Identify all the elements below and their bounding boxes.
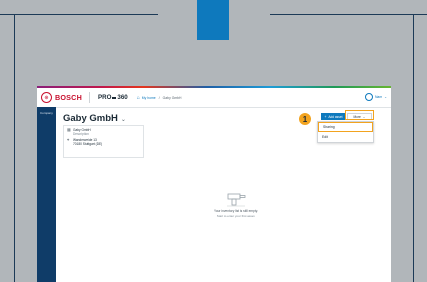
building-icon: ▦: [67, 127, 71, 132]
bosch-symbol-icon: ⊕: [41, 92, 52, 103]
product-name-box: [112, 97, 117, 99]
more-dropdown-menu: Sharing Edit: [317, 121, 374, 143]
chevron-down-icon: ⌄: [384, 95, 387, 99]
empty-state-title: Your inventory list is still empty.: [214, 209, 258, 213]
breadcrumb-current: Gaby GmbH: [162, 95, 182, 100]
drill-icon: [227, 193, 246, 207]
add-asset-button[interactable]: + Add asset: [321, 113, 346, 120]
breadcrumb-separator: /: [158, 95, 160, 100]
user-name: Nam: [374, 95, 383, 99]
company-description: Description: [73, 132, 89, 136]
header-divider: [88, 92, 90, 103]
sidebar-item-company[interactable]: Company: [37, 107, 56, 119]
page-title-text: Gaby GmbH: [63, 113, 118, 124]
home-icon[interactable]: ⌂: [137, 95, 140, 101]
add-asset-label: Add asset: [328, 114, 343, 119]
address-line-2: 70180 Stuttgart (DE): [73, 142, 103, 146]
menu-item-sharing[interactable]: Sharing: [318, 122, 373, 132]
product-name-right: 360: [117, 94, 128, 101]
product-logo[interactable]: PRO 360: [98, 94, 128, 101]
company-name-row: ▦ Gaby GmbH Description: [64, 126, 143, 137]
page-title[interactable]: Gaby GmbH ⌄: [63, 113, 126, 124]
sidebar: Company: [37, 107, 56, 282]
breadcrumb-home[interactable]: My home: [142, 96, 156, 100]
empty-state-subtitle: Start to enter your first asset.: [216, 214, 256, 218]
frame-line-top-right: [270, 0, 427, 15]
pointer-stem: [197, 0, 229, 40]
app-window: ⊕ BOSCH PRO 360 ⌂ My home / Gaby GmbH Nam…: [37, 86, 391, 282]
sidebar-item-label: Company: [40, 111, 53, 115]
step-badge: 1: [299, 113, 311, 125]
chevron-down-icon: ⌄: [120, 117, 126, 123]
company-card: ▦ Gaby GmbH Description ⌖ Wanderweide 13…: [63, 125, 144, 158]
frame-line-left: [14, 14, 15, 282]
user-menu[interactable]: Nam ⌄: [364, 93, 387, 101]
location-pin-icon: ⌖: [67, 137, 70, 142]
brand-name: BOSCH: [55, 93, 82, 102]
frame-line-top-left: [0, 0, 158, 15]
menu-item-edit[interactable]: Edit: [318, 132, 373, 142]
more-button-highlight: [345, 110, 374, 120]
product-name-left: PRO: [97, 94, 112, 101]
frame-line-right: [413, 14, 414, 282]
top-bar: ⊕ BOSCH PRO 360 ⌂ My home / Gaby GmbH Nam…: [37, 88, 391, 108]
user-icon: [364, 93, 373, 101]
bosch-logo[interactable]: ⊕ BOSCH: [41, 92, 82, 103]
plus-icon: +: [324, 114, 327, 119]
breadcrumb: ⌂ My home / Gaby GmbH: [137, 95, 182, 101]
company-address-row: ⌖ Wanderweide 13 70180 Stuttgart (DE): [64, 136, 143, 147]
empty-state: Your inventory list is still empty. Star…: [196, 191, 276, 218]
main-content: Gaby GmbH ⌄ ▦ Gaby GmbH Description ⌖ Wan…: [56, 107, 391, 282]
